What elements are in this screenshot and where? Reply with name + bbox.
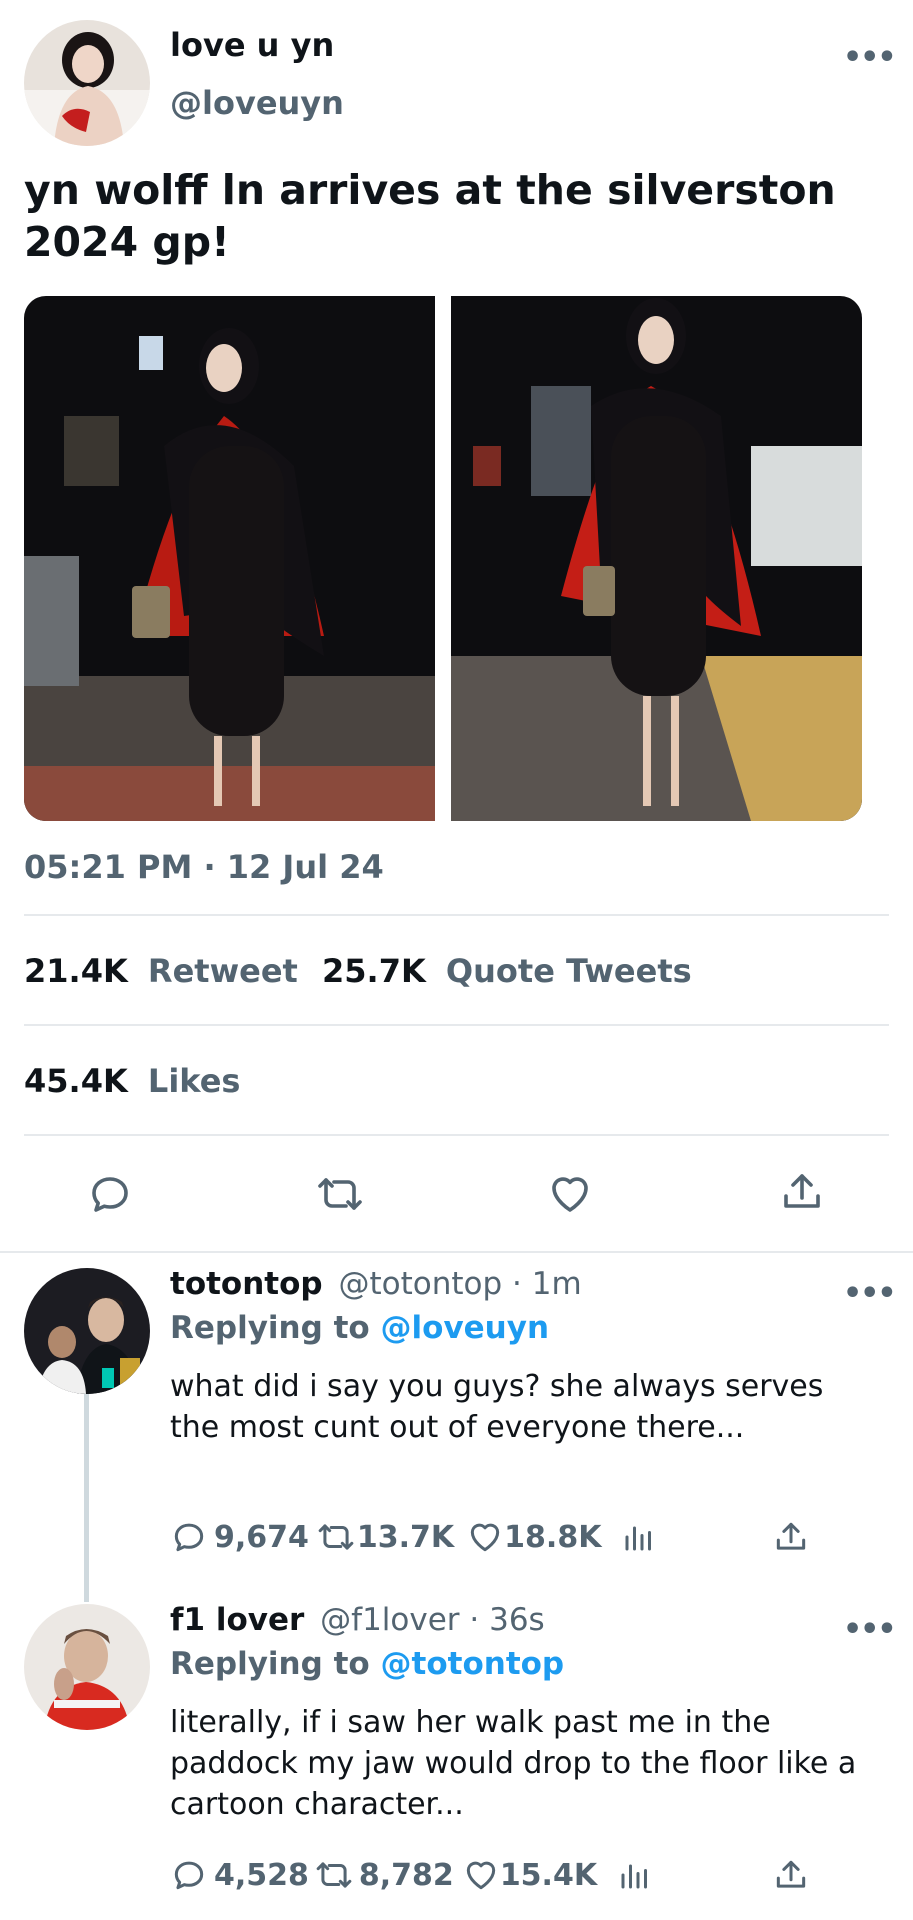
tweet-media-1[interactable] xyxy=(24,296,435,821)
reply-likes-count: 15.4K xyxy=(499,1857,598,1893)
retweet-icon[interactable] xyxy=(313,1856,355,1894)
replying-to-link[interactable]: @totontop xyxy=(381,1646,565,1682)
reply-replies-count: 9,674 xyxy=(214,1519,309,1555)
reply-retweets-count: 13.7K xyxy=(356,1519,455,1555)
likes-stats[interactable]: 45.4K Likes xyxy=(24,1062,240,1100)
reply-avatar[interactable] xyxy=(24,1268,150,1394)
like-icon[interactable] xyxy=(462,1856,500,1894)
retweet-icon[interactable] xyxy=(314,1170,366,1218)
share-icon[interactable] xyxy=(772,1856,810,1894)
tweet-text: yn wolff ln arrives at the silverston 20… xyxy=(24,166,836,266)
reply-icon[interactable] xyxy=(86,1170,134,1218)
replying-to-line: Replying to @loveuyn xyxy=(170,1310,549,1346)
quotes-count: 25.7K xyxy=(322,952,426,990)
likes-label: Likes xyxy=(147,1062,241,1100)
divider xyxy=(24,1024,889,1026)
reply-display-name[interactable]: totontop xyxy=(170,1266,323,1302)
quotes-label: Quote Tweets xyxy=(445,952,692,990)
reply-text: what did i say you guys? she always serv… xyxy=(170,1369,824,1445)
replying-prefix: Replying to xyxy=(170,1310,370,1346)
replying-prefix: Replying to xyxy=(170,1646,370,1682)
reply-retweets-count: 8,782 xyxy=(358,1857,454,1893)
replying-to-link[interactable]: @loveuyn xyxy=(381,1310,550,1346)
author-display-name[interactable]: love u yn xyxy=(170,26,334,64)
reply-text: literally, if i saw her walk past me in … xyxy=(170,1705,857,1822)
reply-header: f1 lover @f1lover · 36s xyxy=(170,1602,545,1638)
divider xyxy=(24,914,889,916)
divider xyxy=(0,1251,913,1253)
analytics-icon[interactable] xyxy=(617,1857,653,1893)
share-icon[interactable] xyxy=(772,1518,810,1556)
reply-handle[interactable]: @f1lover · 36s xyxy=(320,1602,545,1638)
divider xyxy=(24,1134,889,1136)
more-icon[interactable]: ••• xyxy=(843,1276,897,1311)
reply-header: totontop @totontop · 1m xyxy=(170,1266,582,1302)
retweets-count: 21.4K xyxy=(24,952,128,990)
analytics-icon[interactable] xyxy=(621,1519,657,1555)
reply-likes-count: 18.8K xyxy=(504,1519,602,1555)
thread-line xyxy=(84,1392,89,1602)
reply-avatar[interactable] xyxy=(24,1604,150,1730)
reply-icon[interactable] xyxy=(170,1856,208,1894)
author-avatar[interactable] xyxy=(24,20,150,146)
reply-display-name[interactable]: f1 lover xyxy=(170,1602,304,1638)
like-icon[interactable] xyxy=(466,1518,504,1556)
reply-handle[interactable]: @totontop · 1m xyxy=(338,1266,581,1302)
replying-to-line: Replying to @totontop xyxy=(170,1646,564,1682)
tweet-media-2[interactable] xyxy=(451,296,862,821)
more-icon[interactable]: ••• xyxy=(843,1612,897,1647)
retweet-icon[interactable] xyxy=(315,1518,357,1556)
author-handle[interactable]: @loveuyn xyxy=(170,84,344,122)
retweets-label: Retweet xyxy=(147,952,298,990)
like-icon[interactable] xyxy=(546,1170,594,1218)
reply-replies-count: 4,528 xyxy=(214,1857,309,1893)
reply-action-bar: 4,528 8,782 15.4K xyxy=(170,1856,810,1894)
more-icon[interactable]: ••• xyxy=(843,40,897,75)
retweet-stats[interactable]: 21.4K Retweet xyxy=(24,952,298,990)
likes-count: 45.4K xyxy=(24,1062,128,1100)
quote-stats[interactable]: 25.7K Quote Tweets xyxy=(322,952,692,990)
reply-action-bar: 9,674 13.7K 18.8K xyxy=(170,1518,810,1556)
reply-icon[interactable] xyxy=(170,1518,208,1556)
tweet-timestamp[interactable]: 05:21 PM · 12 Jul 24 xyxy=(24,848,384,886)
share-icon[interactable] xyxy=(778,1168,826,1216)
